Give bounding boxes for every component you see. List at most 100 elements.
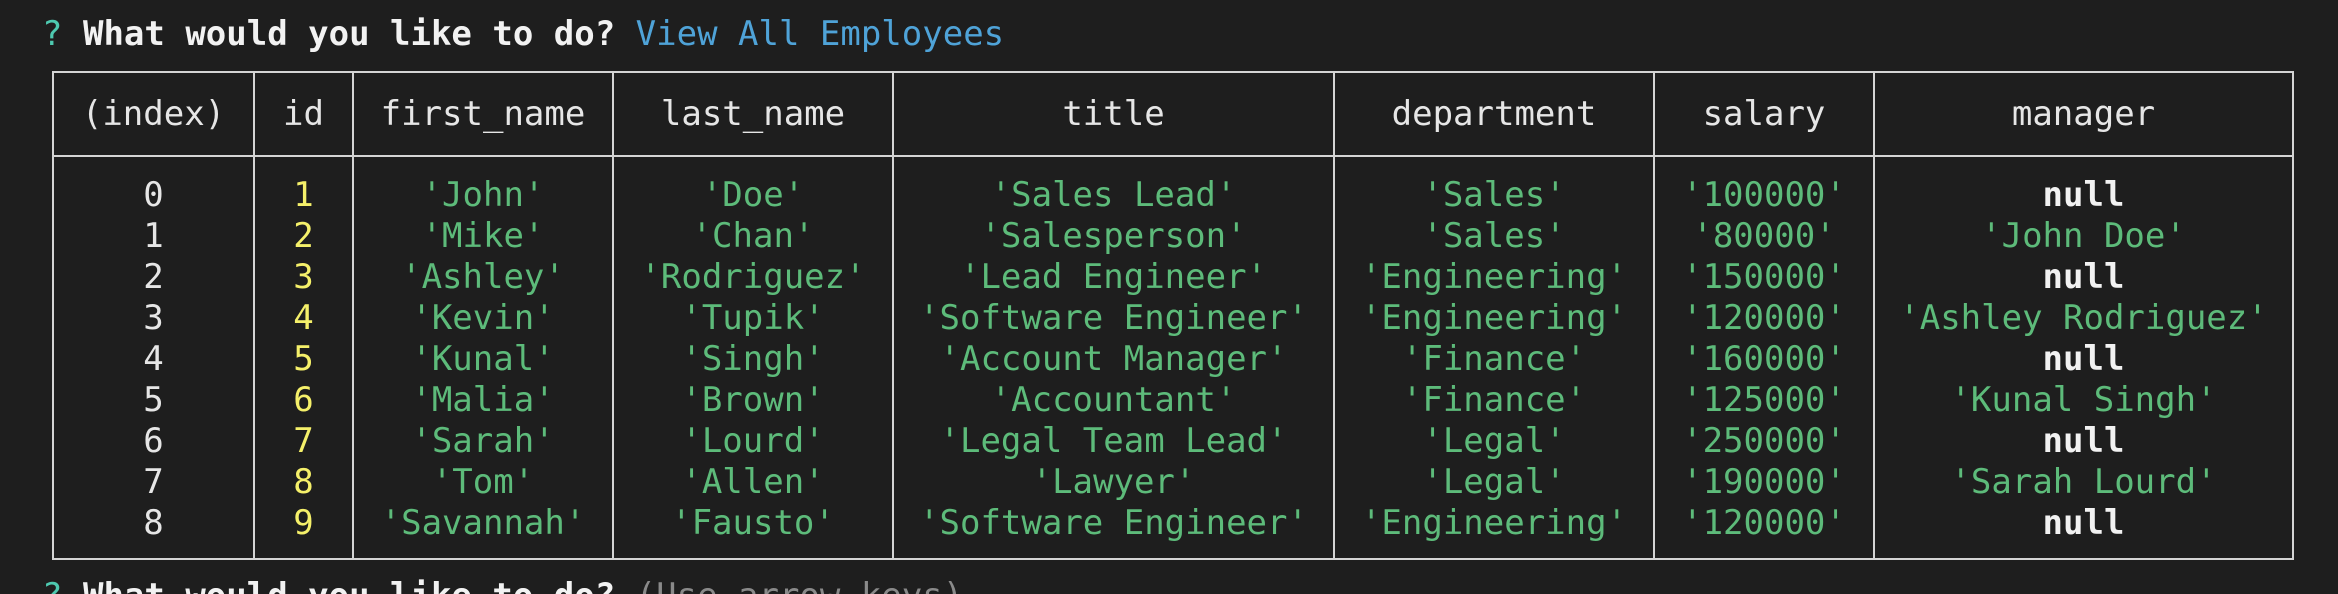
cell-index: 8 [52,503,255,560]
next-prompt-question: What would you like to do? [83,576,615,594]
terminal-window: ? What would you like to do? View All Em… [0,0,2338,594]
cell-manager: 'Sarah Lourd' [1873,462,2294,503]
next-prompt-question-mark: ? [42,576,62,594]
cell-id: 3 [253,257,354,298]
cell-first-name: 'John' [352,156,614,216]
column-header-department: department [1333,71,1655,157]
next-prompt-hint: (Use arrow keys) [636,576,964,594]
cell-last-name: 'Rodriguez' [612,257,894,298]
cell-salary: '150000' [1653,257,1875,298]
cell-id: 7 [253,421,354,462]
cell-title: 'Sales Lead' [892,156,1335,216]
column-header-last-name: last_name [612,71,894,157]
cell-title: 'Software Engineer' [892,298,1335,339]
cell-title: 'Lawyer' [892,462,1335,503]
cell-title: 'Software Engineer' [892,503,1335,560]
column-header-first-name: first_name [352,71,614,157]
table-row: 2 3 'Ashley' 'Rodriguez' 'Lead Engineer' 'Eng… [52,257,2294,298]
table-row: 0 1 'John' 'Doe' 'Sales Lead' 'Sales' '100000'… [52,156,2294,216]
cell-id: 2 [253,216,354,257]
cell-first-name: 'Kunal' [352,339,614,380]
cell-title: 'Accountant' [892,380,1335,421]
column-header-manager: manager [1873,71,2294,157]
cell-salary: '190000' [1653,462,1875,503]
cell-last-name: 'Doe' [612,156,894,216]
column-header-title: title [892,71,1335,157]
cell-index: 0 [52,156,255,216]
cell-last-name: 'Lourd' [612,421,894,462]
cell-manager: 'Kunal Singh' [1873,380,2294,421]
cell-manager: null [1873,257,2294,298]
cell-last-name: 'Tupik' [612,298,894,339]
cell-department: 'Engineering' [1333,503,1655,560]
table-header-row: (index) id first_name last_name title de… [52,71,2294,157]
column-header-index: (index) [52,71,255,157]
cell-first-name: 'Mike' [352,216,614,257]
column-header-salary: salary [1653,71,1875,157]
prompt-question: What would you like to do? [82,14,616,54]
cell-salary: '100000' [1653,156,1875,216]
cell-salary: '80000' [1653,216,1875,257]
cell-id: 8 [253,462,354,503]
prompt-line: ? What would you like to do? View All Em… [42,10,1004,58]
cell-manager: null [1873,503,2294,560]
cell-department: 'Legal' [1333,462,1655,503]
cell-title: 'Lead Engineer' [892,257,1335,298]
cell-last-name: 'Chan' [612,216,894,257]
cell-department: 'Sales' [1333,156,1655,216]
cell-title: 'Legal Team Lead' [892,421,1335,462]
cell-department: 'Legal' [1333,421,1655,462]
cell-salary: '120000' [1653,503,1875,560]
next-prompt-line: ? What would you like to do? (Use arrow … [42,572,963,594]
cell-id: 1 [253,156,354,216]
cell-department: 'Engineering' [1333,298,1655,339]
table-row: 3 4 'Kevin' 'Tupik' 'Software Engineer' 'Engi… [52,298,2294,339]
table-body: 0 1 'John' 'Doe' 'Sales Lead' 'Sales' '100000'… [52,156,2294,560]
cell-index: 7 [52,462,255,503]
cell-id: 9 [253,503,354,560]
cell-manager: null [1873,156,2294,216]
cell-manager: 'John Doe' [1873,216,2294,257]
table-row: 8 9 'Savannah' 'Fausto' 'Software Engineer' '… [52,503,2294,560]
cell-first-name: 'Malia' [352,380,614,421]
cell-id: 6 [253,380,354,421]
cell-manager: 'Ashley Rodriguez' [1873,298,2294,339]
cell-manager: null [1873,421,2294,462]
table-row: 6 7 'Sarah' 'Lourd' 'Legal Team Lead' 'Legal'… [52,421,2294,462]
cell-id: 5 [253,339,354,380]
cell-salary: '125000' [1653,380,1875,421]
cell-first-name: 'Savannah' [352,503,614,560]
cell-index: 2 [52,257,255,298]
cell-index: 3 [52,298,255,339]
cell-index: 4 [52,339,255,380]
column-header-id: id [253,71,354,157]
cell-manager: null [1873,339,2294,380]
cell-department: 'Finance' [1333,380,1655,421]
cell-department: 'Sales' [1333,216,1655,257]
cell-department: 'Finance' [1333,339,1655,380]
employees-table: (index) id first_name last_name title de… [52,71,2294,560]
cell-index: 5 [52,380,255,421]
table-row: 7 8 'Tom' 'Allen' 'Lawyer' 'Legal' '190000' 'Sa… [52,462,2294,503]
table-row: 1 2 'Mike' 'Chan' 'Salesperson' 'Sales' '80000… [52,216,2294,257]
cell-last-name: 'Fausto' [612,503,894,560]
cell-salary: '160000' [1653,339,1875,380]
cell-last-name: 'Brown' [612,380,894,421]
cell-last-name: 'Allen' [612,462,894,503]
table-row: 4 5 'Kunal' 'Singh' 'Account Manager' 'Financ… [52,339,2294,380]
cell-first-name: 'Kevin' [352,298,614,339]
cell-salary: '120000' [1653,298,1875,339]
cell-first-name: 'Sarah' [352,421,614,462]
cell-first-name: 'Tom' [352,462,614,503]
cell-index: 6 [52,421,255,462]
cell-title: 'Account Manager' [892,339,1335,380]
cell-department: 'Engineering' [1333,257,1655,298]
cell-index: 1 [52,216,255,257]
prompt-question-mark: ? [42,14,63,54]
table-row: 5 6 'Malia' 'Brown' 'Accountant' 'Finance' '12… [52,380,2294,421]
prompt-answer: View All Employees [635,14,1005,54]
cell-salary: '250000' [1653,421,1875,462]
cell-id: 4 [253,298,354,339]
cell-first-name: 'Ashley' [352,257,614,298]
cell-last-name: 'Singh' [612,339,894,380]
